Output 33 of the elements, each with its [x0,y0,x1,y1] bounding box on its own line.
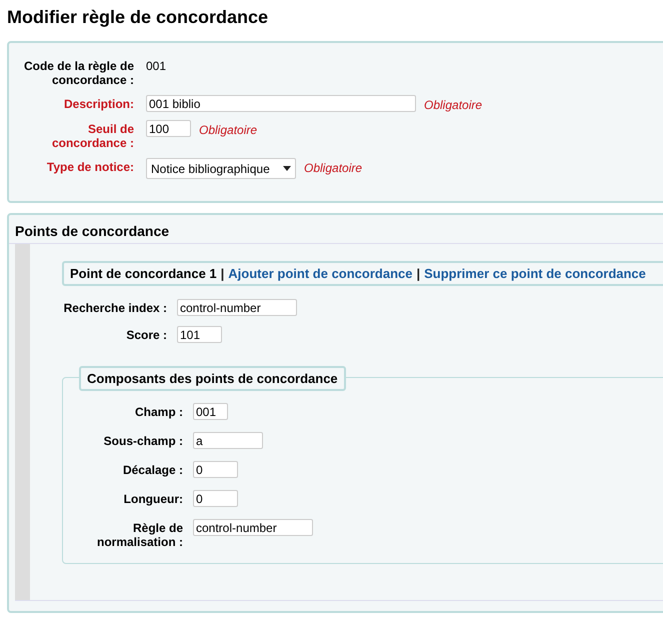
field-label: Recherche index : [62,300,167,315]
input-field[interactable]: 001 biblio [146,95,416,112]
field-label: Score : [125,327,167,342]
field-label: Champ : [134,404,183,419]
section-heading: Points de concordance [9,215,663,244]
field-label: Sous-champ : [102,433,183,448]
input-field[interactable]: 0 [193,490,238,507]
field-label: Règle de normalisation : [96,520,183,549]
required-note: Obligatoire [424,97,482,112]
action-link[interactable]: Supprimer ce point de concordance [424,266,646,281]
fieldset-legend: Composants des points de concordance [79,366,346,391]
page-title: Modifier règle de concordance [6,6,270,29]
input-field[interactable]: 100 [146,120,191,137]
input-field[interactable]: control-number [193,519,313,536]
separator: | [416,266,420,281]
field-label: Description: [62,96,134,111]
field-label: Seuil de concordance : [50,121,134,150]
separator: | [220,266,224,281]
field-label: Décalage : [122,462,183,477]
field-value: 001 [146,58,166,73]
action-link[interactable]: Ajouter point de concordance [228,266,412,281]
input-field[interactable]: 101 [177,326,222,343]
input-field[interactable]: 001 [193,403,228,420]
input-field[interactable]: a [193,432,263,449]
input-field[interactable]: control-number [177,299,297,316]
select-field[interactable]: Notice bibliographique [146,158,296,179]
required-note: Obligatoire [199,122,258,137]
input-field[interactable]: 0 [193,461,238,478]
match-point-title: Point de concordance 1 [70,266,217,281]
field-label: Type de notice: [46,159,134,174]
required-note: Obligatoire [304,160,362,175]
field-label: Code de la règle de concordance : [22,58,134,87]
field-label: Longueur: [122,491,183,506]
